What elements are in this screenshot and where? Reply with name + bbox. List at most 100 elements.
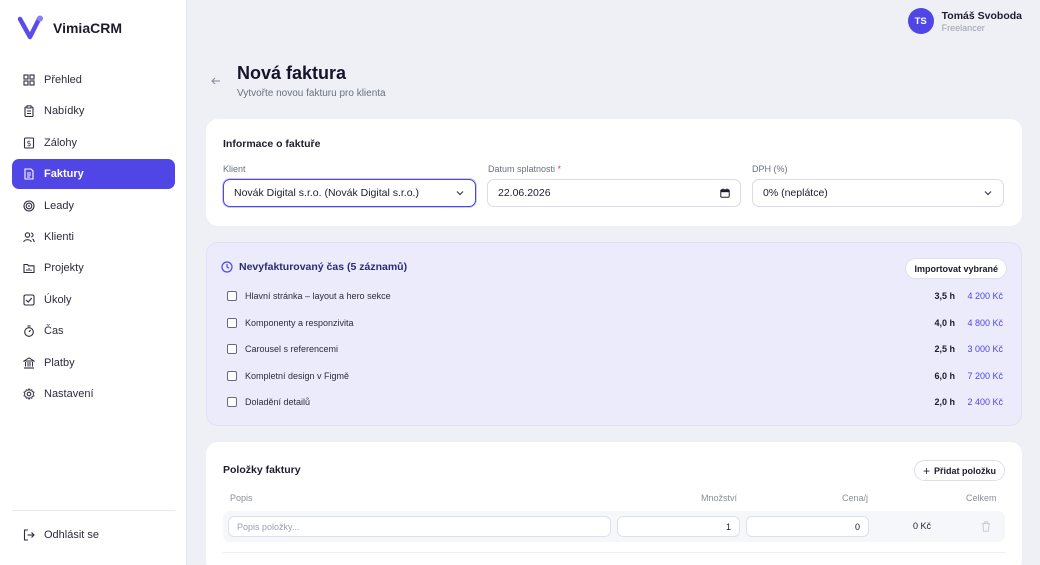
sidebar-item-nastaveni[interactable]: Nastavení: [12, 379, 175, 409]
sidebar-item-cas[interactable]: Čas: [12, 316, 175, 346]
sidebar-item-ukoly[interactable]: Úkoly: [12, 285, 175, 315]
item-description-input[interactable]: Popis položky...: [228, 516, 611, 537]
sidebar-item-zalohy[interactable]: $ Zálohy: [12, 128, 175, 158]
sidebar-item-label: Zálohy: [44, 136, 78, 149]
item-price-input[interactable]: 0: [746, 516, 869, 537]
invoice-icon: [23, 168, 35, 180]
entry-description: Carousel s referencemi: [245, 344, 339, 354]
sidebar-item-projekty[interactable]: Projekty: [12, 253, 175, 283]
entry-checkbox[interactable]: [227, 291, 237, 301]
plus-icon: +: [922, 463, 930, 478]
user-info: Tomáš Svoboda Freelancer: [942, 10, 1022, 33]
entry-amount: 4 200 Kč: [967, 291, 1003, 301]
sidebar-item-platby[interactable]: Platby: [12, 348, 175, 378]
page-subtitle: Vytvořte novou fakturu pro klienta: [237, 88, 386, 99]
time-entry-row[interactable]: Kompletní design v Figmě 6,0 h 7 200 Kč: [227, 368, 1003, 384]
sidebar-divider: [12, 510, 175, 511]
sidebar-nav: Přehled Nabídky $ Zálohy Faktury Leady K…: [12, 65, 175, 410]
invoice-info-title: Informace o faktuře: [223, 138, 321, 150]
entry-amount: 2 400 Kč: [967, 397, 1003, 407]
time-entry-row[interactable]: Carousel s referencemi 2,5 h 3 000 Kč: [227, 341, 1003, 357]
vat-value: 0% (neplátce): [763, 187, 828, 199]
required-marker: *: [557, 164, 562, 174]
client-value: Novák Digital s.r.o. (Novák Digital s.r.…: [234, 187, 419, 199]
sidebar-item-label: Přehled: [44, 74, 82, 86]
folder-icon: [23, 262, 35, 274]
sidebar-item-label: Čas: [44, 325, 64, 338]
brand[interactable]: VimiaCRM: [17, 14, 122, 42]
import-selected-button[interactable]: Importovat vybrané: [905, 258, 1007, 279]
stopwatch-icon: [23, 325, 35, 337]
users-icon: [23, 231, 35, 243]
logout: Odhlásit se: [12, 520, 175, 551]
vat-label: DPH (%): [752, 164, 788, 174]
calendar-icon[interactable]: [720, 188, 730, 198]
entry-checkbox[interactable]: [227, 344, 237, 354]
due-date-label: Datum splatnosti *: [488, 164, 562, 174]
sidebar-item-label: Leady: [44, 199, 74, 212]
sidebar-item-leady[interactable]: Leady: [12, 191, 175, 221]
entry-checkbox[interactable]: [227, 370, 237, 381]
time-entry-row[interactable]: Komponenty a responzivita 4,0 h 4 800 Kč: [227, 315, 1003, 331]
svg-text:$: $: [27, 139, 32, 148]
time-entry-row[interactable]: Doladění detailů 2,0 h 2 400 Kč: [227, 394, 1003, 410]
invoice-items-card: Položky faktury + Přidat položku Popis M…: [206, 442, 1022, 565]
entry-description: Kompletní design v Figmě: [245, 370, 350, 381]
logout-icon: [23, 529, 35, 541]
invoice-items-title: Položky faktury: [223, 464, 301, 476]
sidebar-item-label: Úkoly: [44, 293, 72, 306]
sidebar-item-label: Nastavení: [44, 387, 94, 400]
items-divider: [223, 552, 1005, 553]
logout-button[interactable]: Odhlásit se: [12, 520, 175, 550]
due-date-input[interactable]: 22.06.2026: [487, 179, 741, 207]
chevron-down-icon: [456, 191, 464, 196]
logout-label: Odhlásit se: [44, 529, 100, 541]
entry-hours: 2,0 h: [934, 397, 955, 407]
sidebar-item-label: Platby: [44, 356, 75, 369]
add-item-button[interactable]: + Přidat položku: [913, 460, 1005, 481]
entry-description: Komponenty a responzivita: [245, 317, 354, 328]
sidebar-item-label: Klienti: [44, 230, 74, 243]
entry-hours: 3,5 h: [934, 291, 955, 301]
back-arrow-icon[interactable]: [210, 75, 222, 87]
invoice-item-row: Popis položky... 1 0 0 Kč: [223, 511, 1005, 542]
sidebar-item-faktury[interactable]: Faktury: [12, 159, 175, 190]
entry-description: Hlavní stránka – layout a hero sekce: [245, 291, 391, 301]
entry-hours: 2,5 h: [934, 344, 955, 354]
avatar: TS: [907, 8, 934, 34]
vat-select[interactable]: 0% (neplátce): [752, 179, 1004, 207]
column-header-unit-price: Cena/j: [842, 493, 869, 503]
unbilled-time-card: Nevyfakturovaný čas (5 záznamů) Importov…: [206, 242, 1022, 426]
user-role: Freelancer: [941, 22, 985, 33]
gear-icon: [23, 387, 35, 400]
trash-icon[interactable]: [981, 521, 991, 532]
sidebar-item-nabidky[interactable]: Nabídky: [12, 96, 175, 126]
logo-icon: [17, 15, 43, 40]
entry-description: Doladění detailů: [245, 397, 311, 407]
clipboard-icon: [23, 105, 35, 118]
user-name: Tomáš Svoboda: [941, 9, 1022, 22]
sidebar-item-label: Faktury: [44, 168, 84, 181]
chevron-down-icon: [984, 191, 992, 196]
column-header-description: Popis: [230, 493, 253, 503]
due-date-value: 22.06.2026: [498, 187, 551, 199]
add-item-label: Přidat položku: [933, 465, 996, 476]
sidebar-item-label: Projekty: [44, 262, 84, 275]
time-entry-row[interactable]: Hlavní stránka – layout a hero sekce 3,5…: [227, 288, 1003, 304]
entry-hours: 4,0 h: [934, 317, 955, 328]
item-quantity-input[interactable]: 1: [617, 516, 740, 537]
target-icon: [23, 200, 35, 212]
column-header-quantity: Množství: [701, 493, 738, 503]
entry-checkbox[interactable]: [227, 397, 237, 407]
dashboard-icon: [23, 74, 35, 86]
sidebar-item-prehled[interactable]: Přehled: [12, 65, 175, 95]
sidebar-item-label: Nabídky: [44, 105, 85, 118]
entry-amount: 3 000 Kč: [967, 344, 1003, 354]
client-select[interactable]: Novák Digital s.r.o. (Novák Digital s.r.…: [223, 179, 476, 207]
dollar-document-icon: $: [23, 137, 35, 149]
sidebar-item-klienti[interactable]: Klienti: [12, 222, 175, 252]
entry-checkbox[interactable]: [227, 317, 237, 328]
invoice-info-card: Informace o faktuře Klient Novák Digital…: [206, 119, 1022, 226]
user-menu[interactable]: TS Tomáš Svoboda Freelancer: [907, 8, 1022, 34]
entry-amount: 4 800 Kč: [967, 317, 1003, 328]
